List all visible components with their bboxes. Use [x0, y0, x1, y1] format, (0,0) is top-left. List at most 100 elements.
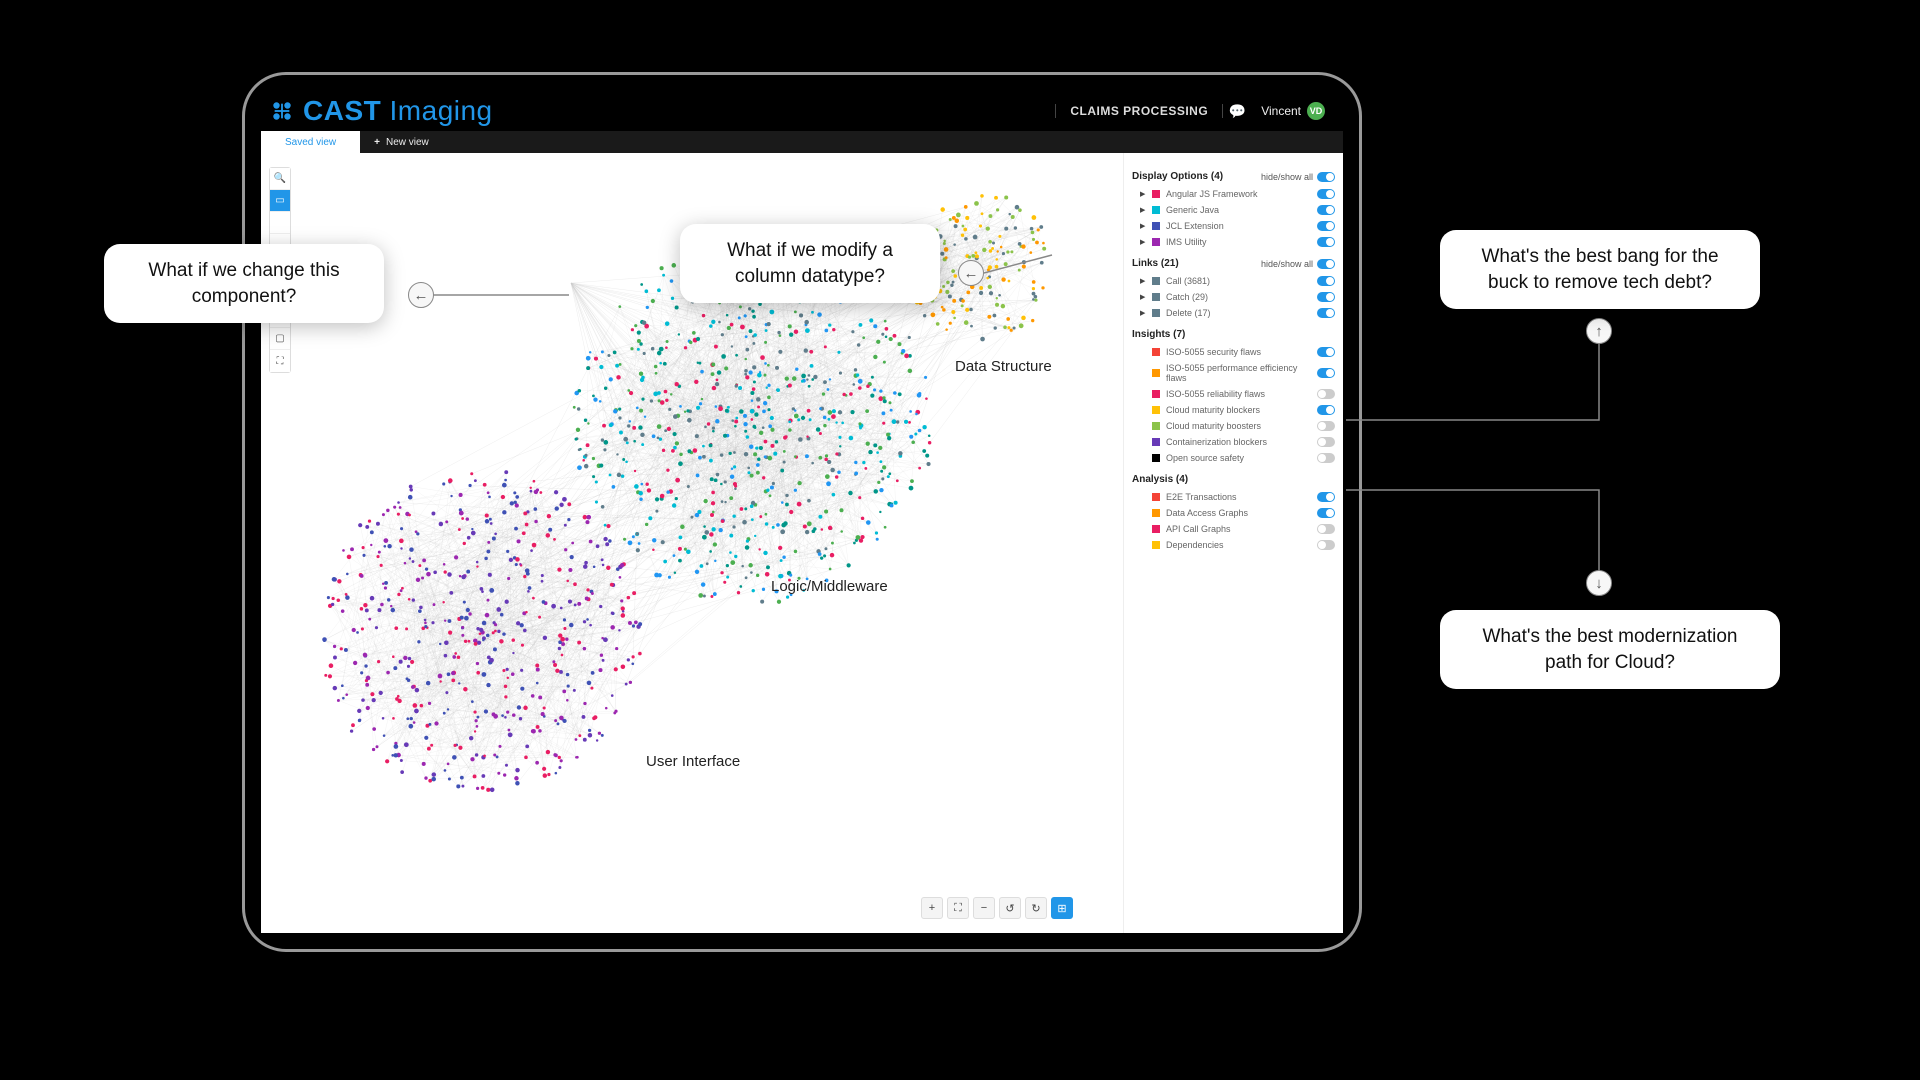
color-swatch	[1152, 454, 1160, 462]
tabbar: Saved view + New view	[261, 131, 1343, 153]
panel-row[interactable]: ▶ IMS Utility	[1132, 234, 1335, 250]
panel-item-label: Cloud maturity blockers	[1166, 405, 1311, 415]
toggle-switch[interactable]	[1317, 292, 1335, 302]
tool-expand-icon[interactable]: ⛶	[270, 350, 290, 372]
insights-header[interactable]: Insights (7)	[1132, 329, 1335, 340]
panel-row[interactable]: ISO-5055 performance efficiency flaws	[1132, 360, 1335, 386]
zoom-in-button[interactable]: +	[921, 897, 943, 919]
expand-icon[interactable]: ▶	[1140, 309, 1146, 317]
links-header[interactable]: Links (21) hide/show all	[1132, 258, 1335, 269]
toggle-switch[interactable]	[1317, 189, 1335, 199]
toggle-switch[interactable]	[1317, 437, 1335, 447]
expand-icon[interactable]: ▶	[1140, 277, 1146, 285]
expand-icon[interactable]: ▶	[1140, 293, 1146, 301]
panel-item-label: Containerization blockers	[1166, 437, 1311, 447]
pointer-left-icon-2: ←	[958, 260, 984, 286]
panel-row[interactable]: ▶ Delete (17)	[1132, 305, 1335, 321]
panel-item-label: Dependencies	[1166, 540, 1311, 550]
toggle-switch[interactable]	[1317, 308, 1335, 318]
panel-row[interactable]: Cloud maturity blockers	[1132, 402, 1335, 418]
analysis-header[interactable]: Analysis (4)	[1132, 474, 1335, 485]
panel-item-label: Generic Java	[1166, 205, 1311, 215]
color-swatch	[1152, 190, 1160, 198]
toggle-switch[interactable]	[1317, 237, 1335, 247]
color-swatch	[1152, 406, 1160, 414]
panel-item-label: E2E Transactions	[1166, 492, 1311, 502]
new-view-button[interactable]: + New view	[360, 131, 443, 153]
panel-row[interactable]: ▶ JCL Extension	[1132, 218, 1335, 234]
display-options-header[interactable]: Display Options (4) hide/show all	[1132, 171, 1335, 182]
panel-row[interactable]: API Call Graphs	[1132, 521, 1335, 537]
toggle-switch[interactable]	[1317, 421, 1335, 431]
callout-change-component: What if we change this component?	[104, 244, 384, 323]
tool-search-icon[interactable]: 🔍	[270, 168, 290, 190]
project-name[interactable]: CLAIMS PROCESSING	[1055, 104, 1223, 118]
undo-button[interactable]: ↺	[999, 897, 1021, 919]
panel-row[interactable]: E2E Transactions	[1132, 489, 1335, 505]
panel-row[interactable]: ▶Call (3681)	[1132, 273, 1335, 289]
panel-row[interactable]: Dependencies	[1132, 537, 1335, 553]
grid-view-button[interactable]: ⊞	[1051, 897, 1073, 919]
display-options-title: Display Options (4)	[1132, 171, 1223, 182]
panel-row[interactable]: ISO-5055 security flaws	[1132, 344, 1335, 360]
toggle-switch[interactable]	[1317, 221, 1335, 231]
tab-saved-view[interactable]: Saved view	[261, 131, 360, 153]
pointer-down-icon: ↓	[1586, 570, 1612, 596]
panel-row[interactable]: Cloud maturity boosters	[1132, 418, 1335, 434]
tool-square-icon[interactable]: ▢	[270, 328, 290, 350]
display-hideshow[interactable]: hide/show all	[1261, 172, 1335, 182]
zoom-out-button[interactable]: −	[973, 897, 995, 919]
callout-modify-datatype: What if we modify a column datatype?	[680, 224, 940, 303]
panel-item-label: Catch (29)	[1166, 292, 1311, 302]
color-swatch	[1152, 438, 1160, 446]
tool-blank1[interactable]	[270, 212, 290, 234]
toggle-switch[interactable]	[1317, 540, 1335, 550]
chat-icon[interactable]: 💬	[1223, 103, 1251, 120]
panel-item-label: JCL Extension	[1166, 221, 1311, 231]
user-menu[interactable]: Vincent VD	[1251, 102, 1335, 120]
toggle-switch[interactable]	[1317, 524, 1335, 534]
panel-item-label: IMS Utility	[1166, 237, 1311, 247]
expand-icon[interactable]: ▶	[1140, 238, 1146, 246]
panel-row[interactable]: ▶Angular JS Framework	[1132, 186, 1335, 202]
expand-icon[interactable]: ▶	[1140, 222, 1146, 230]
cluster-label-logic: Logic/Middleware	[771, 578, 888, 595]
panel-item-label: API Call Graphs	[1166, 524, 1311, 534]
panel-row[interactable]: Data Access Graphs	[1132, 505, 1335, 521]
toggle-switch[interactable]	[1317, 492, 1335, 502]
logo: CAST Imaging	[269, 95, 493, 127]
panel-item-label: Data Access Graphs	[1166, 508, 1311, 518]
expand-icon[interactable]: ▶	[1140, 206, 1146, 214]
toggle-switch[interactable]	[1317, 347, 1335, 357]
color-swatch	[1152, 222, 1160, 230]
panel-row[interactable]: Open source safety	[1132, 450, 1335, 466]
color-swatch	[1152, 390, 1160, 398]
pointer-up-icon: ↑	[1586, 318, 1612, 344]
panel-item-label: Delete (17)	[1166, 308, 1311, 318]
tablet-frame: CAST Imaging CLAIMS PROCESSING 💬 Vincent…	[242, 72, 1362, 952]
color-swatch	[1152, 293, 1160, 301]
color-swatch	[1152, 509, 1160, 517]
panel-row[interactable]: Containerization blockers	[1132, 434, 1335, 450]
cluster-label-ui: User Interface	[646, 753, 740, 770]
expand-icon[interactable]: ▶	[1140, 190, 1146, 198]
panel-item-label: ISO-5055 security flaws	[1166, 347, 1311, 357]
toggle-switch[interactable]	[1317, 368, 1335, 378]
analysis-title: Analysis (4)	[1132, 474, 1188, 485]
user-name-label: Vincent	[1261, 104, 1301, 118]
panel-row[interactable]: ISO-5055 reliability flaws	[1132, 386, 1335, 402]
callout-tech-debt: What's the best bang for the buck to rem…	[1440, 230, 1760, 309]
fit-screen-button[interactable]: ⛶	[947, 897, 969, 919]
redo-button[interactable]: ↻	[1025, 897, 1047, 919]
toggle-switch[interactable]	[1317, 405, 1335, 415]
toggle-switch[interactable]	[1317, 508, 1335, 518]
toggle-switch[interactable]	[1317, 389, 1335, 399]
toggle-switch[interactable]	[1317, 453, 1335, 463]
panel-row[interactable]: ▶ Generic Java	[1132, 202, 1335, 218]
links-hideshow[interactable]: hide/show all	[1261, 259, 1335, 269]
tool-cursor-icon[interactable]: ▭	[270, 190, 290, 212]
toggle-switch[interactable]	[1317, 276, 1335, 286]
new-view-label: New view	[386, 137, 429, 148]
panel-row[interactable]: ▶ Catch (29)	[1132, 289, 1335, 305]
toggle-switch[interactable]	[1317, 205, 1335, 215]
